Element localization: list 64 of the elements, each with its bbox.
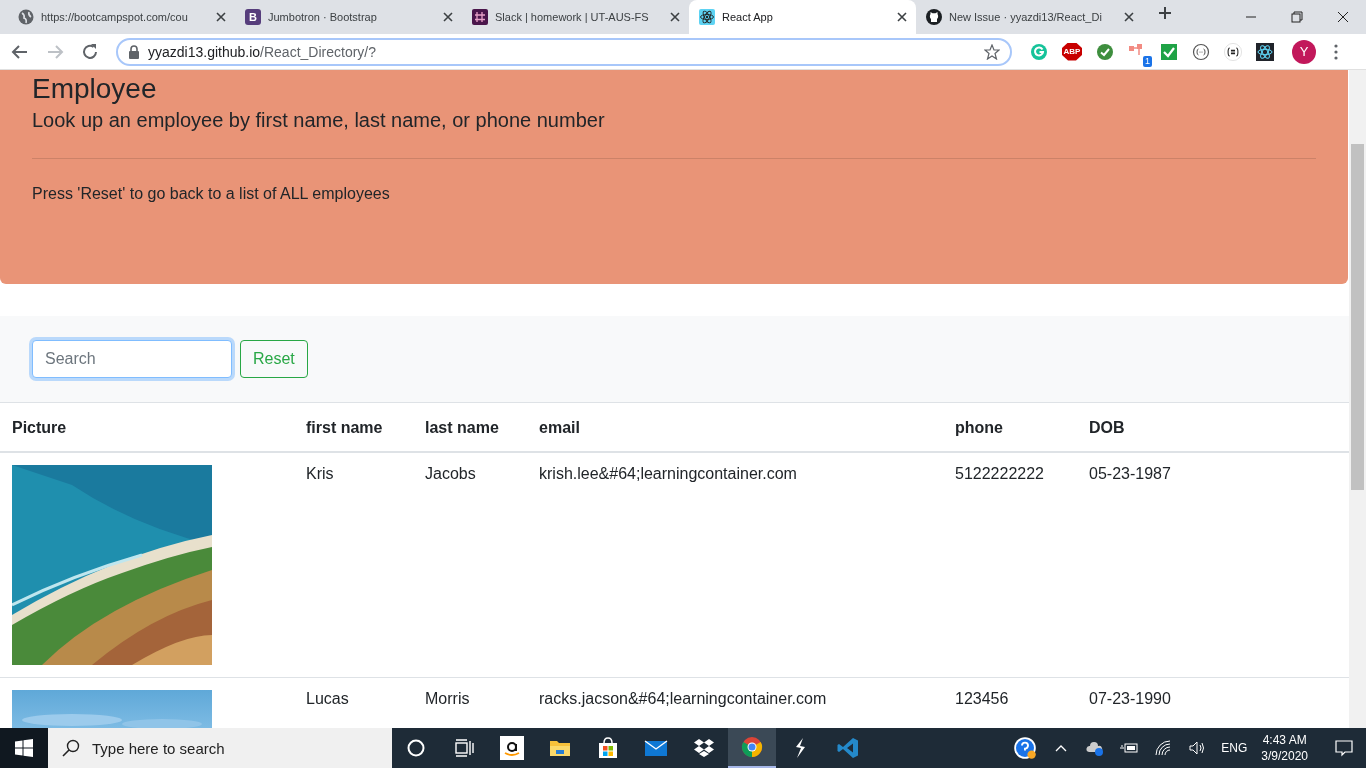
bootstrap-icon: B bbox=[245, 9, 261, 25]
table-cell: 07-23-1990 bbox=[1089, 690, 1171, 707]
braces-icon[interactable] bbox=[1192, 42, 1210, 61]
table-cell: 123456 bbox=[955, 690, 1009, 707]
table-cell: krish.lee&#64;learningcontainer.com bbox=[539, 465, 797, 482]
table-cell: Jacobs bbox=[425, 465, 476, 482]
search-icon bbox=[62, 739, 80, 757]
browser-tab[interactable]: React App bbox=[689, 0, 916, 34]
json-icon[interactable] bbox=[1224, 42, 1242, 61]
column-header: first name bbox=[294, 403, 413, 452]
language-indicator[interactable]: ENG bbox=[1221, 741, 1248, 755]
url-text: yyazdi13.github.io/React_Directory/? bbox=[148, 43, 376, 60]
task-view-icon[interactable] bbox=[452, 736, 476, 760]
close-icon[interactable] bbox=[668, 10, 682, 24]
atom-icon bbox=[699, 9, 715, 25]
help-icon[interactable] bbox=[1013, 736, 1038, 760]
lock-icon bbox=[128, 44, 140, 59]
adblock-icon[interactable]: ABP bbox=[1062, 42, 1082, 61]
column-header: phone bbox=[943, 403, 1077, 452]
table-cell: Lucas bbox=[306, 690, 349, 707]
close-icon[interactable] bbox=[1337, 11, 1349, 23]
menu-icon[interactable] bbox=[1334, 43, 1338, 60]
code-editor-icon[interactable] bbox=[836, 736, 860, 760]
search-field[interactable]: Search bbox=[32, 340, 232, 378]
close-icon[interactable] bbox=[214, 10, 228, 24]
notifications-icon[interactable] bbox=[1334, 738, 1354, 758]
page-title: Employee bbox=[32, 72, 157, 106]
column-header: Picture bbox=[0, 403, 294, 452]
browser-tab[interactable]: B Jumbotron · Bootstrap bbox=[235, 0, 462, 34]
atom-icon[interactable] bbox=[1256, 42, 1274, 61]
table-cell: Morris bbox=[425, 690, 470, 707]
browser-tab[interactable]: Slack | homework | UT-AUS-FS bbox=[462, 0, 689, 34]
scrollbar[interactable] bbox=[1349, 70, 1366, 728]
dropbox-icon[interactable] bbox=[692, 736, 716, 760]
close-icon[interactable] bbox=[1122, 10, 1136, 24]
taskbar-search-field[interactable]: Type here to search bbox=[48, 728, 392, 768]
lead-text: Look up an employee by first name, last name, or phone number bbox=[32, 108, 606, 132]
count-badge: 1 bbox=[1143, 55, 1152, 67]
star-icon[interactable] bbox=[984, 43, 1000, 60]
close-icon[interactable] bbox=[895, 10, 909, 24]
browser-tab[interactable]: New Issue · yyazdi13/React_Di bbox=[916, 0, 1143, 34]
table-cell: racks.jacson&#64;learningcontainer.com bbox=[539, 690, 827, 707]
table-cell: Kris bbox=[306, 465, 334, 482]
clock[interactable]: 4:43 AM 3/9/2020 bbox=[1261, 732, 1308, 764]
restore-icon[interactable] bbox=[1291, 11, 1303, 23]
browser-tab[interactable]: https://bootcampspot.com/cou bbox=[8, 0, 235, 34]
checkbox-icon[interactable] bbox=[1160, 42, 1178, 61]
chrome-icon[interactable] bbox=[740, 735, 764, 759]
windows-icon[interactable] bbox=[15, 739, 33, 757]
address-bar[interactable]: yyazdi13.github.io/React_Directory/? bbox=[116, 37, 1012, 66]
cat-icon bbox=[926, 9, 942, 25]
globe-icon bbox=[18, 9, 34, 25]
shopping-bag-icon[interactable] bbox=[596, 736, 620, 760]
new-tab-icon[interactable] bbox=[1157, 4, 1173, 21]
grid-icon bbox=[472, 9, 488, 25]
note-text: Press 'Reset' to go back to a list of ALL employees bbox=[32, 185, 391, 203]
table-cell: 05-23-1987 bbox=[1089, 465, 1171, 482]
profile-avatar[interactable]: Y bbox=[1292, 39, 1316, 64]
column-header: last name bbox=[413, 403, 527, 452]
table-cell: 5122222222 bbox=[955, 465, 1044, 482]
close-icon[interactable] bbox=[441, 10, 455, 24]
amazon-icon[interactable] bbox=[500, 736, 524, 760]
check-icon[interactable] bbox=[1096, 42, 1114, 61]
column-header: email bbox=[527, 403, 943, 452]
